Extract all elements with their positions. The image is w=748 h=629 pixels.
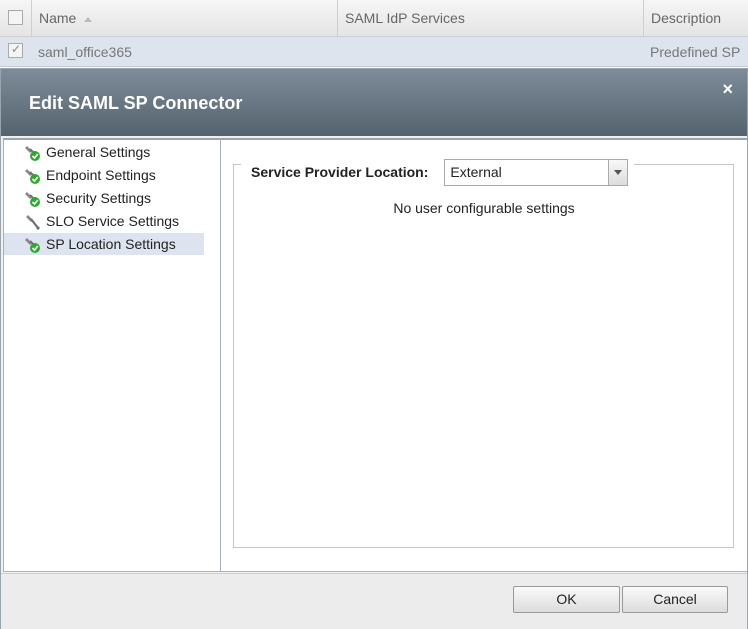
nav-item-label: Endpoint Settings	[46, 167, 156, 183]
nav-item-label: SP Location Settings	[46, 236, 176, 252]
nav-item-slo-service-settings[interactable]: SLO Service Settings	[4, 210, 204, 232]
nav-item-sp-location-settings[interactable]: SP Location Settings	[4, 233, 204, 255]
column-header-description[interactable]: Description	[643, 0, 748, 37]
row-checkbox[interactable]	[8, 42, 23, 58]
sp-location-legend: Service Provider Location: External	[241, 157, 635, 187]
settings-nav: General Settings Endpoint Settings Secur…	[3, 138, 221, 572]
service-provider-location-label: Service Provider Location:	[251, 164, 429, 180]
nav-item-label: Security Settings	[46, 190, 152, 206]
checkmark-wrench-icon	[25, 169, 40, 184]
service-provider-location-select[interactable]: External	[444, 158, 629, 186]
nav-item-endpoint-settings[interactable]: Endpoint Settings	[4, 164, 204, 186]
nav-item-label: SLO Service Settings	[46, 213, 180, 229]
info-text: No user configurable settings	[393, 200, 575, 216]
sp-location-fieldset	[233, 164, 734, 548]
chevron-down-icon[interactable]	[608, 159, 628, 185]
checkmark-wrench-icon	[25, 146, 40, 161]
column-header-idp-services[interactable]: SAML IdP Services	[337, 0, 643, 37]
select-all-checkbox[interactable]	[8, 10, 23, 25]
edit-connector-dialog: Edit SAML SP Connector × General Setting…	[0, 68, 748, 629]
column-header-name-label: Name	[39, 10, 77, 26]
nav-item-general-settings[interactable]: General Settings	[4, 141, 204, 163]
table-header: Name SAML IdP Services Description	[0, 0, 748, 37]
nav-item-security-settings[interactable]: Security Settings	[4, 187, 204, 209]
nav-item-label: General Settings	[46, 144, 151, 160]
wrench-icon	[26, 215, 40, 230]
ok-button[interactable]: OK	[513, 586, 620, 613]
sort-ascending-icon	[84, 16, 93, 22]
column-header-name[interactable]: Name	[31, 0, 337, 37]
cancel-button[interactable]: Cancel	[622, 586, 728, 613]
table-row[interactable]: saml_office365 Predefined SP	[0, 37, 748, 67]
checkmark-wrench-icon	[25, 192, 40, 207]
select-value: External	[450, 163, 502, 180]
cell-name: saml_office365	[38, 44, 132, 60]
close-icon[interactable]: ×	[722, 79, 733, 100]
cell-idp-services	[337, 37, 643, 67]
settings-content: Service Provider Location: External No u…	[221, 138, 747, 572]
checkmark-wrench-icon	[25, 238, 40, 253]
dialog-title: Edit SAML SP Connector	[29, 93, 243, 113]
background-table: Name SAML IdP Services Description saml_…	[0, 0, 748, 70]
dialog-header: Edit SAML SP Connector ×	[1, 69, 747, 136]
cell-description: Predefined SP	[650, 44, 741, 60]
dialog-footer: OK Cancel	[1, 573, 747, 629]
